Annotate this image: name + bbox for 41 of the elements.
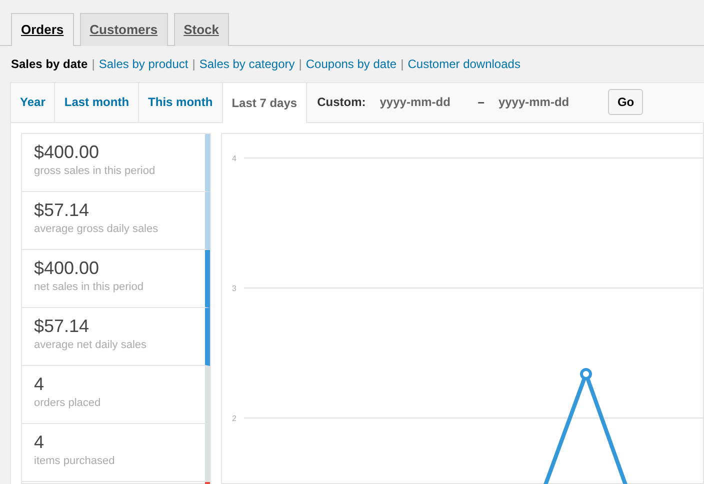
legend-label: average net daily sales <box>34 338 148 354</box>
legend-value: $400.00 <box>34 142 100 164</box>
legend-label: orders placed <box>34 396 102 412</box>
legend-value: $57.14 <box>34 316 90 338</box>
report-link[interactable]: Sales by date <box>11 56 88 70</box>
legend-item[interactable]: 4 orders placed <box>22 366 210 424</box>
legend-item[interactable]: $57.14 average gross daily sales <box>22 192 210 250</box>
range-tab[interactable]: Last 7 days <box>222 82 308 122</box>
legend-label: gross sales in this period <box>34 164 156 180</box>
legend-item[interactable]: 4 items purchased <box>22 424 210 482</box>
legend-value: 4 <box>34 432 46 454</box>
legend-item[interactable]: $400.00 gross sales in this period <box>22 134 210 192</box>
legend-label: items purchased <box>34 454 116 470</box>
report-tab[interactable]: Orders <box>11 13 74 46</box>
range-tab[interactable]: Year <box>11 82 56 122</box>
axis-tick-label: 2 <box>232 414 236 422</box>
range-tab[interactable]: Last month <box>55 82 140 122</box>
legend-label: average gross daily sales <box>34 222 160 238</box>
date-separator: – <box>478 94 484 111</box>
legend-item[interactable]: $57.14 average net daily sales <box>22 308 210 366</box>
link-separator: | <box>92 56 95 70</box>
report-link[interactable]: Sales by category <box>199 56 295 70</box>
legend-label: net sales in this period <box>34 280 144 296</box>
go-button[interactable]: Go <box>608 89 644 115</box>
legend-value: $57.14 <box>34 200 90 222</box>
link-separator: | <box>192 56 196 70</box>
link-separator: | <box>400 56 404 70</box>
axis-tick-label: 4 <box>232 154 236 162</box>
report-tab[interactable]: Stock <box>174 13 229 46</box>
axis-tick-label: 3 <box>232 284 236 292</box>
date-field[interactable]: yyyy-mm-dd <box>496 92 584 112</box>
date-field[interactable]: yyyy-mm-dd <box>378 92 466 112</box>
report-link[interactable]: Customer downloads <box>408 56 520 70</box>
link-separator: | <box>298 56 302 70</box>
custom-label: Custom: <box>317 94 366 111</box>
report-tab[interactable]: Customers <box>80 13 168 46</box>
legend-value: 4 <box>34 374 46 396</box>
legend-value: $400.00 <box>34 258 100 280</box>
report-link[interactable]: Coupons by date <box>306 56 397 70</box>
legend-item[interactable]: $400.00 net sales in this period <box>22 250 210 308</box>
report-link[interactable]: Sales by product <box>98 56 188 70</box>
